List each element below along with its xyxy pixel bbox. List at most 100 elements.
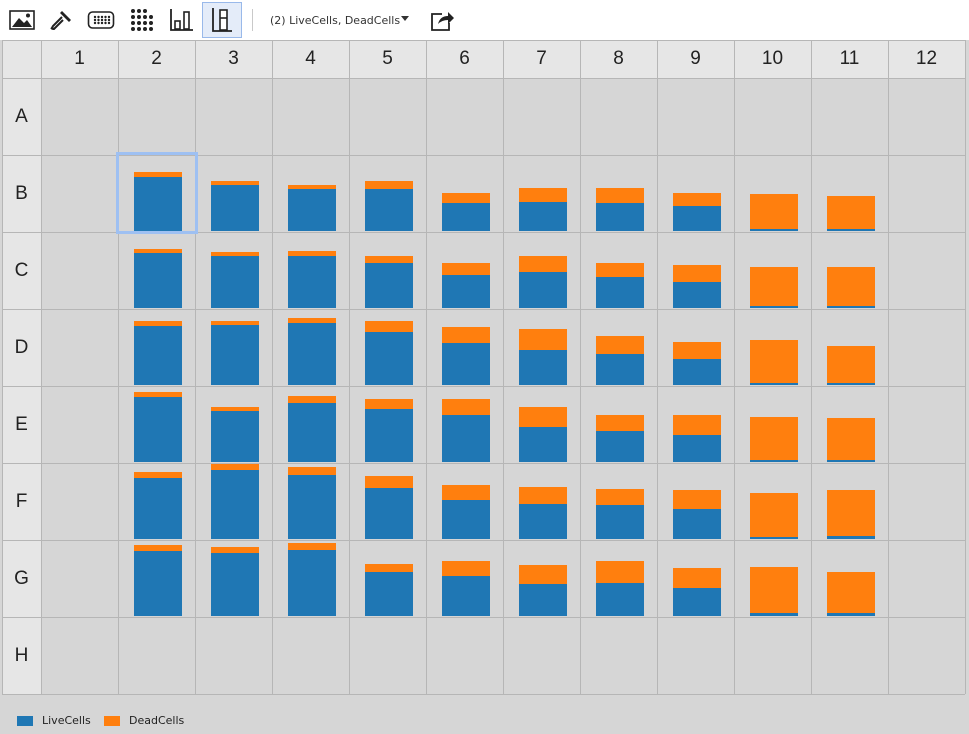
bar-deadcells-E8[interactable]	[596, 415, 644, 431]
bar-livecells-F3[interactable]	[211, 470, 259, 539]
well-E12[interactable]	[888, 386, 965, 463]
well-G1[interactable]	[41, 540, 118, 617]
bar-livecells-C3[interactable]	[211, 256, 259, 308]
well-H9[interactable]	[657, 617, 734, 694]
bar-deadcells-F10[interactable]	[750, 493, 798, 537]
bar-livecells-G8[interactable]	[596, 583, 644, 616]
bar-livecells-G2[interactable]	[134, 551, 182, 616]
export-button[interactable]	[425, 4, 459, 36]
bar-livecells-D10[interactable]	[750, 383, 798, 385]
well-A4[interactable]	[272, 78, 349, 155]
bar-deadcells-D11[interactable]	[827, 346, 875, 383]
well-F12[interactable]	[888, 463, 965, 540]
well-H1[interactable]	[41, 617, 118, 694]
well-A3[interactable]	[195, 78, 272, 155]
bar-livecells-D9[interactable]	[673, 359, 721, 385]
bar-deadcells-D9[interactable]	[673, 342, 721, 359]
row-header-H[interactable]: H	[2, 617, 41, 694]
well-H6[interactable]	[426, 617, 503, 694]
bar-livecells-F2[interactable]	[134, 478, 182, 539]
bar-livecells-B10[interactable]	[750, 229, 798, 231]
bar-livecells-C5[interactable]	[365, 263, 413, 308]
bar-livecells-C4[interactable]	[288, 256, 336, 308]
bar-deadcells-G2[interactable]	[134, 545, 182, 551]
well-H12[interactable]	[888, 617, 965, 694]
series-dropdown[interactable]: (2) LiveCells, DeadCells	[270, 9, 400, 31]
bar-deadcells-D5[interactable]	[365, 321, 413, 332]
bar-deadcells-C7[interactable]	[519, 256, 567, 272]
column-header-4[interactable]: 4	[272, 40, 349, 78]
column-header-3[interactable]: 3	[195, 40, 272, 78]
bar-livecells-F5[interactable]	[365, 488, 413, 539]
bar-deadcells-E4[interactable]	[288, 396, 336, 403]
bar-deadcells-D6[interactable]	[442, 327, 490, 343]
bar-deadcells-C4[interactable]	[288, 251, 336, 256]
bar-deadcells-C6[interactable]	[442, 263, 490, 275]
bar-livecells-D5[interactable]	[365, 332, 413, 385]
bar-livecells-C8[interactable]	[596, 277, 644, 308]
well-C12[interactable]	[888, 232, 965, 309]
bar-livecells-E6[interactable]	[442, 415, 490, 462]
column-header-6[interactable]: 6	[426, 40, 503, 78]
bar-deadcells-C5[interactable]	[365, 256, 413, 263]
well-C1[interactable]	[41, 232, 118, 309]
bar-deadcells-F11[interactable]	[827, 490, 875, 536]
image-view-button[interactable]	[5, 4, 39, 36]
column-header-2[interactable]: 2	[118, 40, 195, 78]
bar-deadcells-B3[interactable]	[211, 181, 259, 185]
bar-livecells-E3[interactable]	[211, 411, 259, 462]
well-H11[interactable]	[811, 617, 888, 694]
row-header-D[interactable]: D	[2, 309, 41, 386]
bar-deadcells-C2[interactable]	[134, 249, 182, 253]
bar-livecells-C9[interactable]	[673, 282, 721, 308]
bar-chart-button[interactable]	[165, 4, 199, 36]
well-A12[interactable]	[888, 78, 965, 155]
bar-deadcells-D4[interactable]	[288, 318, 336, 323]
well-A9[interactable]	[657, 78, 734, 155]
bar-livecells-F8[interactable]	[596, 505, 644, 539]
bar-livecells-F11[interactable]	[827, 536, 875, 539]
bar-livecells-B9[interactable]	[673, 206, 721, 231]
bar-deadcells-E11[interactable]	[827, 418, 875, 460]
chevron-down-icon[interactable]	[401, 16, 409, 21]
bar-deadcells-F3[interactable]	[211, 463, 259, 470]
bar-livecells-B3[interactable]	[211, 185, 259, 231]
column-header-5[interactable]: 5	[349, 40, 426, 78]
bar-livecells-C6[interactable]	[442, 275, 490, 308]
bar-deadcells-G9[interactable]	[673, 568, 721, 588]
bar-livecells-G10[interactable]	[750, 613, 798, 616]
well-A1[interactable]	[41, 78, 118, 155]
bar-deadcells-B8[interactable]	[596, 188, 644, 203]
bar-livecells-F4[interactable]	[288, 475, 336, 539]
well-A7[interactable]	[503, 78, 580, 155]
bar-livecells-G4[interactable]	[288, 550, 336, 616]
bar-livecells-C2[interactable]	[134, 253, 182, 308]
bar-deadcells-G7[interactable]	[519, 565, 567, 584]
bar-deadcells-E6[interactable]	[442, 399, 490, 415]
bar-livecells-B8[interactable]	[596, 203, 644, 231]
bar-deadcells-E5[interactable]	[365, 399, 413, 409]
row-header-B[interactable]: B	[2, 155, 41, 232]
well-G12[interactable]	[888, 540, 965, 617]
bar-deadcells-G6[interactable]	[442, 561, 490, 576]
dot-grid-button[interactable]	[125, 4, 159, 36]
well-A10[interactable]	[734, 78, 811, 155]
well-A6[interactable]	[426, 78, 503, 155]
dropper-button[interactable]	[44, 4, 78, 36]
well-H10[interactable]	[734, 617, 811, 694]
bar-livecells-C10[interactable]	[750, 306, 798, 308]
bar-deadcells-E10[interactable]	[750, 417, 798, 460]
bar-deadcells-B4[interactable]	[288, 185, 336, 189]
bar-livecells-E9[interactable]	[673, 435, 721, 462]
bar-livecells-E8[interactable]	[596, 431, 644, 462]
well-H5[interactable]	[349, 617, 426, 694]
well-B12[interactable]	[888, 155, 965, 232]
column-header-12[interactable]: 12	[888, 40, 965, 78]
bar-deadcells-G10[interactable]	[750, 567, 798, 613]
bar-deadcells-E3[interactable]	[211, 407, 259, 411]
bar-deadcells-B11[interactable]	[827, 196, 875, 229]
bar-livecells-B5[interactable]	[365, 189, 413, 231]
well-F1[interactable]	[41, 463, 118, 540]
bar-livecells-D4[interactable]	[288, 323, 336, 385]
row-header-G[interactable]: G	[2, 540, 41, 617]
